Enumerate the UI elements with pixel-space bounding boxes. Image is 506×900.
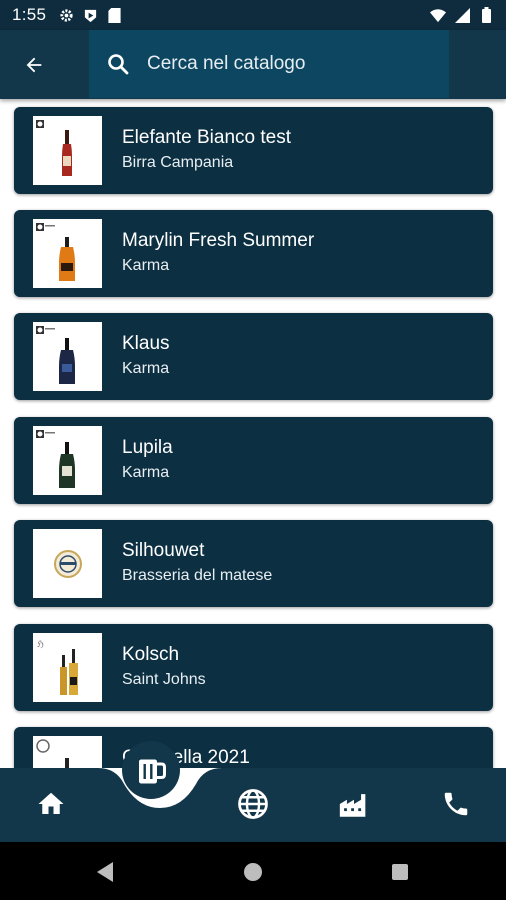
product-brewery: Karma bbox=[122, 464, 170, 481]
arrow-back-icon bbox=[26, 57, 42, 73]
phone-icon bbox=[444, 792, 468, 816]
circle-home-icon bbox=[244, 863, 262, 881]
product-thumbnail bbox=[33, 322, 102, 391]
product-card[interactable]: Klaus Karma bbox=[14, 313, 493, 400]
app-bar: Cerca nel catalogo bbox=[0, 30, 506, 99]
product-card[interactable]: Cerasella 2021 bbox=[14, 727, 493, 768]
bottle-icon bbox=[36, 223, 75, 281]
product-name: Kolsch bbox=[122, 644, 180, 665]
battery-icon bbox=[478, 7, 494, 23]
product-card[interactable]: Lupila Karma bbox=[14, 417, 493, 504]
nav-globe[interactable] bbox=[233, 784, 273, 824]
settings-icon bbox=[58, 7, 74, 23]
square-recents-icon bbox=[392, 864, 408, 880]
status-bar: 1:55 bbox=[0, 0, 506, 30]
product-thumbnail bbox=[33, 219, 102, 288]
nav-home[interactable] bbox=[31, 784, 71, 824]
product-thumbnail: ℌ bbox=[33, 633, 102, 702]
product-brewery: Saint Johns bbox=[122, 671, 206, 688]
product-list[interactable]: Elefante Bianco test Birra Campania Mary… bbox=[0, 99, 506, 768]
catalog-fab[interactable] bbox=[122, 741, 180, 799]
beer-mug-icon bbox=[139, 759, 166, 784]
product-card[interactable]: Silhouwet Brasseria del matese bbox=[14, 520, 493, 607]
search-placeholder: Cerca nel catalogo bbox=[147, 53, 306, 74]
bottle-icon bbox=[36, 326, 75, 384]
product-name: Lupila bbox=[122, 437, 173, 458]
product-card[interactable]: Elefante Bianco test Birra Campania bbox=[14, 107, 493, 194]
product-thumbnail bbox=[33, 116, 102, 185]
factory-icon bbox=[339, 794, 366, 817]
sd-card-icon bbox=[106, 7, 122, 23]
system-recents-button[interactable] bbox=[389, 861, 411, 883]
brewery-logo-icon bbox=[54, 550, 82, 578]
status-time: 1:55 bbox=[12, 5, 47, 24]
nav-breweries[interactable] bbox=[334, 784, 374, 824]
product-thumbnail bbox=[33, 529, 102, 598]
product-brewery: Birra Campania bbox=[122, 154, 234, 171]
product-brewery: Brasseria del matese bbox=[122, 567, 273, 584]
product-card[interactable]: ℌ Kolsch Saint Johns bbox=[14, 624, 493, 711]
system-nav-bar bbox=[0, 842, 506, 900]
product-name: Klaus bbox=[122, 333, 170, 354]
product-thumbnail bbox=[33, 736, 102, 768]
wifi-icon bbox=[430, 7, 446, 23]
globe-icon bbox=[238, 789, 268, 819]
signal-icon bbox=[454, 7, 470, 23]
system-home-button[interactable] bbox=[242, 861, 264, 883]
product-brewery: Karma bbox=[122, 360, 170, 377]
bottles-icon: ℌ bbox=[37, 640, 78, 695]
search-icon bbox=[105, 51, 131, 77]
home-icon bbox=[38, 792, 64, 814]
svg-text:ℌ: ℌ bbox=[37, 640, 44, 650]
product-name: Silhouwet bbox=[122, 540, 205, 561]
nav-contacts[interactable] bbox=[436, 784, 476, 824]
bottle-icon bbox=[36, 430, 75, 488]
play-protect-icon bbox=[82, 7, 98, 23]
bottom-nav bbox=[0, 768, 506, 842]
product-thumbnail bbox=[33, 426, 102, 495]
logo-icon bbox=[36, 739, 69, 768]
product-card[interactable]: Marylin Fresh Summer Karma bbox=[14, 210, 493, 297]
product-name: Marylin Fresh Summer bbox=[122, 230, 315, 251]
triangle-back-icon bbox=[97, 862, 113, 882]
bottle-icon bbox=[36, 120, 72, 176]
product-brewery: Karma bbox=[122, 257, 170, 274]
product-name: Elefante Bianco test bbox=[122, 127, 291, 148]
search-input[interactable]: Cerca nel catalogo bbox=[89, 30, 449, 98]
system-back-button[interactable] bbox=[94, 861, 116, 883]
back-button[interactable] bbox=[16, 47, 52, 83]
